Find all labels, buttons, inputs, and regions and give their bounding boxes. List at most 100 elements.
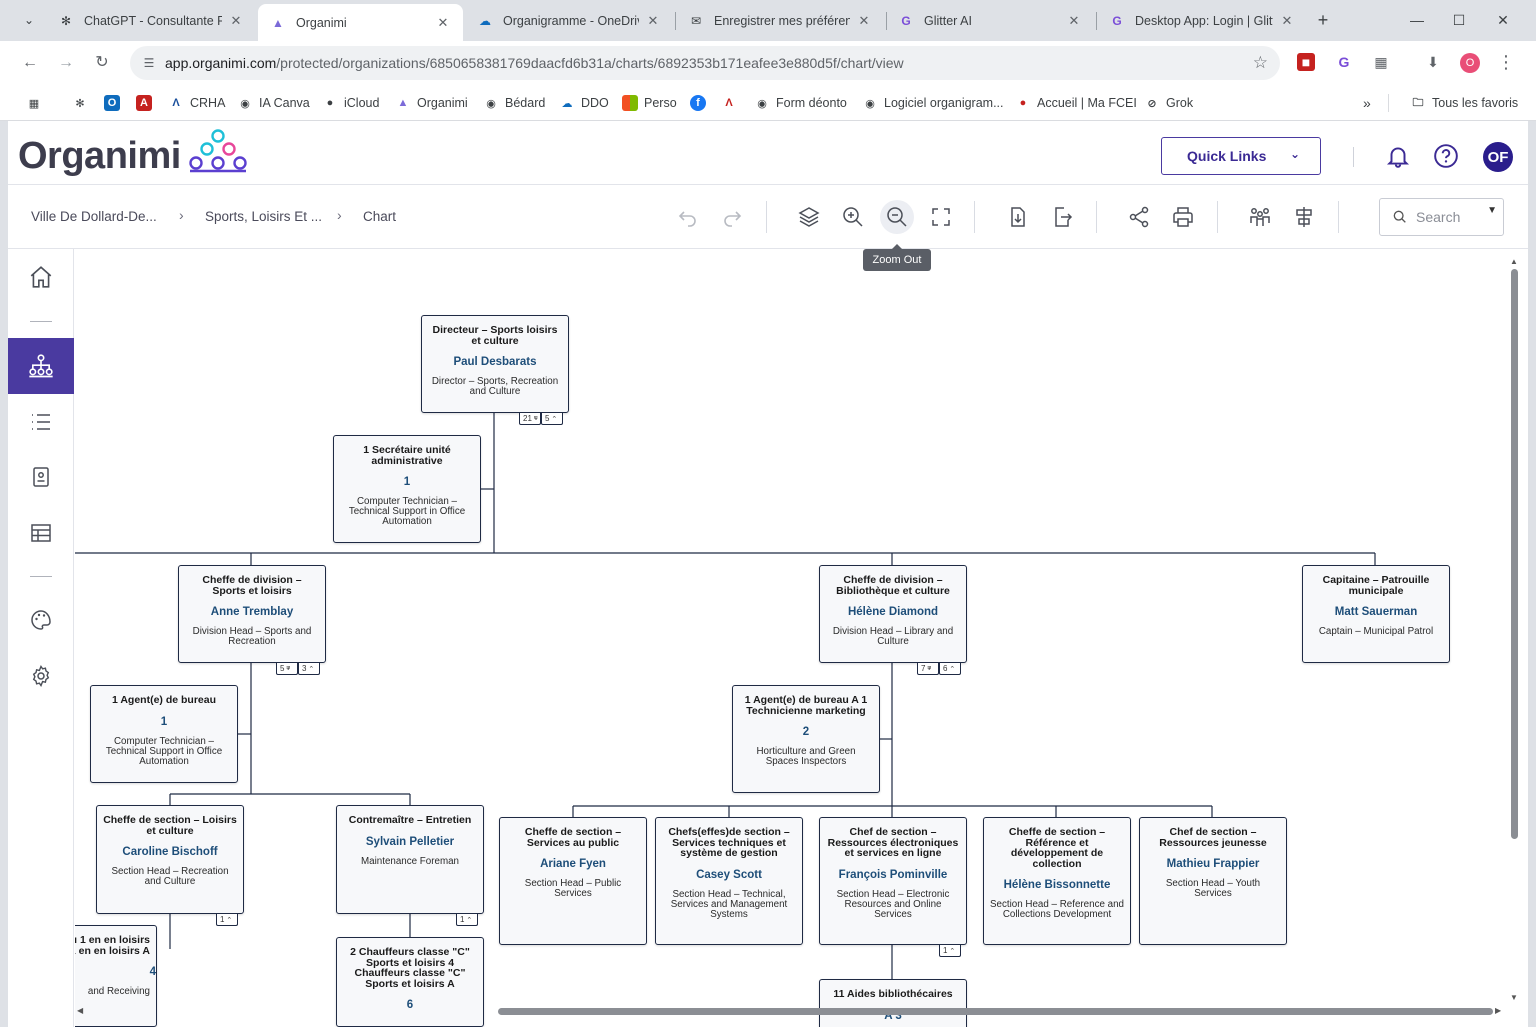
new-tab-plus-icon[interactable]: + (1312, 8, 1334, 32)
bookmark-outlook[interactable]: O (104, 93, 126, 113)
user-avatar[interactable]: OF (1483, 142, 1513, 172)
close-window-icon[interactable]: ✕ (1491, 8, 1515, 32)
node-direct-count-toggle[interactable]: 6 ⌃ (939, 663, 961, 675)
org-node-agent-marketing[interactable]: 1 Agent(e) de bureau A 1 Technicienne ma… (732, 685, 880, 793)
org-node-sec-tech[interactable]: Chefs(effes)de section – Services techni… (655, 817, 803, 945)
reload-icon[interactable]: ↻ (90, 51, 114, 75)
print-icon[interactable] (1171, 205, 1195, 229)
bookmark-organimi[interactable]: ▲ Organimi (395, 93, 468, 113)
caret-down-icon[interactable]: ▼ (1487, 205, 1497, 216)
bookmark-facebook[interactable]: f (690, 93, 712, 113)
bookmark-form-deonto[interactable]: ◉ Form déonto (754, 93, 847, 113)
more-bookmarks-chevron-icon[interactable]: » (1363, 93, 1371, 113)
close-tab-icon[interactable]: ✕ (435, 15, 451, 31)
maximize-window-icon[interactable]: ☐ (1447, 8, 1471, 32)
nav-org-chart[interactable] (8, 338, 74, 394)
node-direct-count-toggle[interactable]: 3 ⌃ (298, 663, 320, 675)
nav-theme[interactable] (8, 592, 74, 648)
close-tab-icon[interactable]: ✕ (1066, 13, 1082, 29)
close-tab-icon[interactable]: ✕ (1279, 13, 1295, 29)
org-node-foreman[interactable]: Contremaître – Entretien Sylvain Pelletie… (336, 805, 484, 914)
people-group-icon[interactable] (1248, 205, 1272, 229)
undo-icon[interactable] (676, 205, 700, 229)
nav-directory[interactable] (8, 449, 74, 505)
download-icon[interactable]: ⬇ (1422, 51, 1444, 73)
org-node-sec-loisirs[interactable]: Cheffe de section – Loisirs et culture Ca… (96, 805, 244, 914)
org-node-sec-youth[interactable]: Chef de section – Ressources jeunesse Mat… (1139, 817, 1287, 945)
bookmark-icloud[interactable]: ● iCloud (322, 93, 380, 113)
browser-tab-preferences[interactable]: ✉ Enregistrer mes préférences ✕ (676, 6, 884, 35)
bookmark-bedard[interactable]: ◉ Bédard (483, 93, 545, 113)
align-center-icon[interactable] (1292, 205, 1316, 229)
organimi-logo[interactable]: Organimi (18, 136, 181, 176)
breadcrumb-organization[interactable]: Ville De Dollard-De... (31, 209, 157, 224)
glitter-extension-icon[interactable]: G (1333, 51, 1355, 73)
node-direct-count-toggle[interactable]: 5 ⌃ (541, 413, 563, 425)
nav-settings[interactable] (8, 648, 74, 704)
browser-tab-chatgpt[interactable]: ✻ ChatGPT - Consultante RH ✕ (46, 6, 256, 35)
vertical-scroll-thumb[interactable] (1511, 269, 1518, 839)
org-node-secretary[interactable]: 1 Secrétaire unité administrative 1 Comput… (333, 435, 481, 543)
forward-arrow-icon[interactable]: → (54, 51, 78, 75)
bookmark-adobe[interactable]: A (136, 93, 158, 113)
node-total-count-toggle[interactable]: 5 ⱋ (276, 663, 298, 675)
org-node-div-library[interactable]: Cheffe de division – Bibliothèque et cul… (819, 565, 967, 663)
close-tab-icon[interactable]: ✕ (645, 13, 661, 29)
close-tab-icon[interactable]: ✕ (856, 13, 872, 29)
apps-grid-icon[interactable]: ▦ (26, 93, 48, 113)
extensions-puzzle-icon[interactable]: ▦ (1370, 51, 1392, 73)
bookmark-perso[interactable]: Perso (622, 93, 677, 113)
node-direct-count-toggle[interactable]: 1 ⌃ (456, 914, 478, 926)
search-input[interactable] (1416, 207, 1476, 227)
bookmark-grok[interactable]: ⊘ Grok (1144, 93, 1193, 113)
org-chart-canvas[interactable]: Directeur – Sports loisirs et culture Pau… (75, 249, 1528, 1027)
breadcrumb-chart[interactable]: Chart (363, 209, 396, 224)
bookmark-crha[interactable]: Λ CRHA (168, 93, 225, 113)
org-node-sec-reference[interactable]: Cheffe de section – Référence et dévelop… (983, 817, 1131, 945)
node-direct-count-toggle[interactable]: 1 ⌃ (939, 945, 961, 957)
org-node-agent-office[interactable]: 1 Agent(e) de bureau 1 Computer Technician… (90, 685, 238, 783)
kebab-menu-icon[interactable]: ⋮ (1495, 51, 1517, 73)
vertical-scrollbar[interactable]: ▲ ▼ (1508, 257, 1520, 1007)
browser-tab-glitter[interactable]: G Glitter AI ✕ (886, 6, 1094, 35)
profile-avatar[interactable]: O (1460, 53, 1480, 73)
address-bar[interactable]: ☰ app.organimi.com/protected/organizatio… (130, 46, 1280, 80)
url-text[interactable]: app.organimi.com/protected/organizations… (165, 55, 904, 71)
bookmark-adobe-2[interactable]: Λ (721, 93, 743, 113)
help-question-icon[interactable] (1433, 143, 1459, 169)
fullscreen-icon[interactable] (929, 205, 953, 229)
org-node-captain[interactable]: Capitaine – Patrouille municipale Matt Sa… (1302, 565, 1450, 663)
horizontal-scroll-thumb[interactable] (498, 1008, 1493, 1015)
org-node-sec-electronic[interactable]: Chef de section – Ressources électroniqu… (819, 817, 967, 945)
import-file-icon[interactable] (1006, 205, 1030, 229)
horizontal-scrollbar[interactable]: ◀ ▶ (75, 1006, 1505, 1018)
adobe-pdf-icon[interactable]: ■ (1297, 53, 1315, 71)
org-node-div-sports[interactable]: Cheffe de division – Sports et loisirs An… (178, 565, 326, 663)
quick-links-button[interactable]: Quick Links ⌄ (1161, 137, 1321, 175)
bookmark-star-icon[interactable]: ☆ (1253, 53, 1268, 73)
node-total-count-toggle[interactable]: 7 ⱋ (917, 663, 939, 675)
bookmark-chatgpt[interactable]: ✻ (72, 93, 94, 113)
scroll-up-arrow-icon[interactable]: ▲ (1510, 257, 1518, 266)
layers-icon[interactable] (797, 205, 821, 229)
bookmark-fcei[interactable]: ● Accueil | Ma FCEI (1015, 93, 1137, 113)
bookmark-ia-canva[interactable]: ◉ IA Canva (237, 93, 310, 113)
back-arrow-icon[interactable]: ← (18, 51, 42, 75)
scroll-right-arrow-icon[interactable]: ▶ (1495, 1006, 1501, 1015)
export-file-icon[interactable] (1050, 205, 1074, 229)
org-node-director[interactable]: Directeur – Sports loisirs et culture Pau… (421, 315, 569, 413)
site-settings-icon[interactable]: ☰ (140, 54, 158, 72)
org-node-sec-public[interactable]: Cheffe de section – Services au public Ar… (499, 817, 647, 945)
browser-tab-glitter-login[interactable]: G Desktop App: Login | Glitter ✕ (1097, 6, 1307, 35)
close-tab-icon[interactable]: ✕ (228, 13, 244, 29)
nav-table[interactable] (8, 505, 74, 561)
all-bookmarks[interactable]: 🗀 Tous les favoris (1410, 93, 1519, 113)
browser-tab-organimi[interactable]: ▲ Organimi ✕ (258, 4, 463, 41)
node-direct-count-toggle[interactable]: 1 ⌃ (216, 914, 238, 926)
browser-tab-onedrive[interactable]: ☁ Organigramme - OneDrive ✕ (465, 6, 673, 35)
scroll-left-arrow-icon[interactable]: ◀ (77, 1006, 83, 1015)
redo-icon[interactable] (720, 205, 744, 229)
nav-home[interactable] (8, 249, 74, 305)
breadcrumb-department[interactable]: Sports, Loisirs Et ... (205, 209, 322, 224)
node-total-count-toggle[interactable]: 21 ⱋ (519, 413, 541, 425)
